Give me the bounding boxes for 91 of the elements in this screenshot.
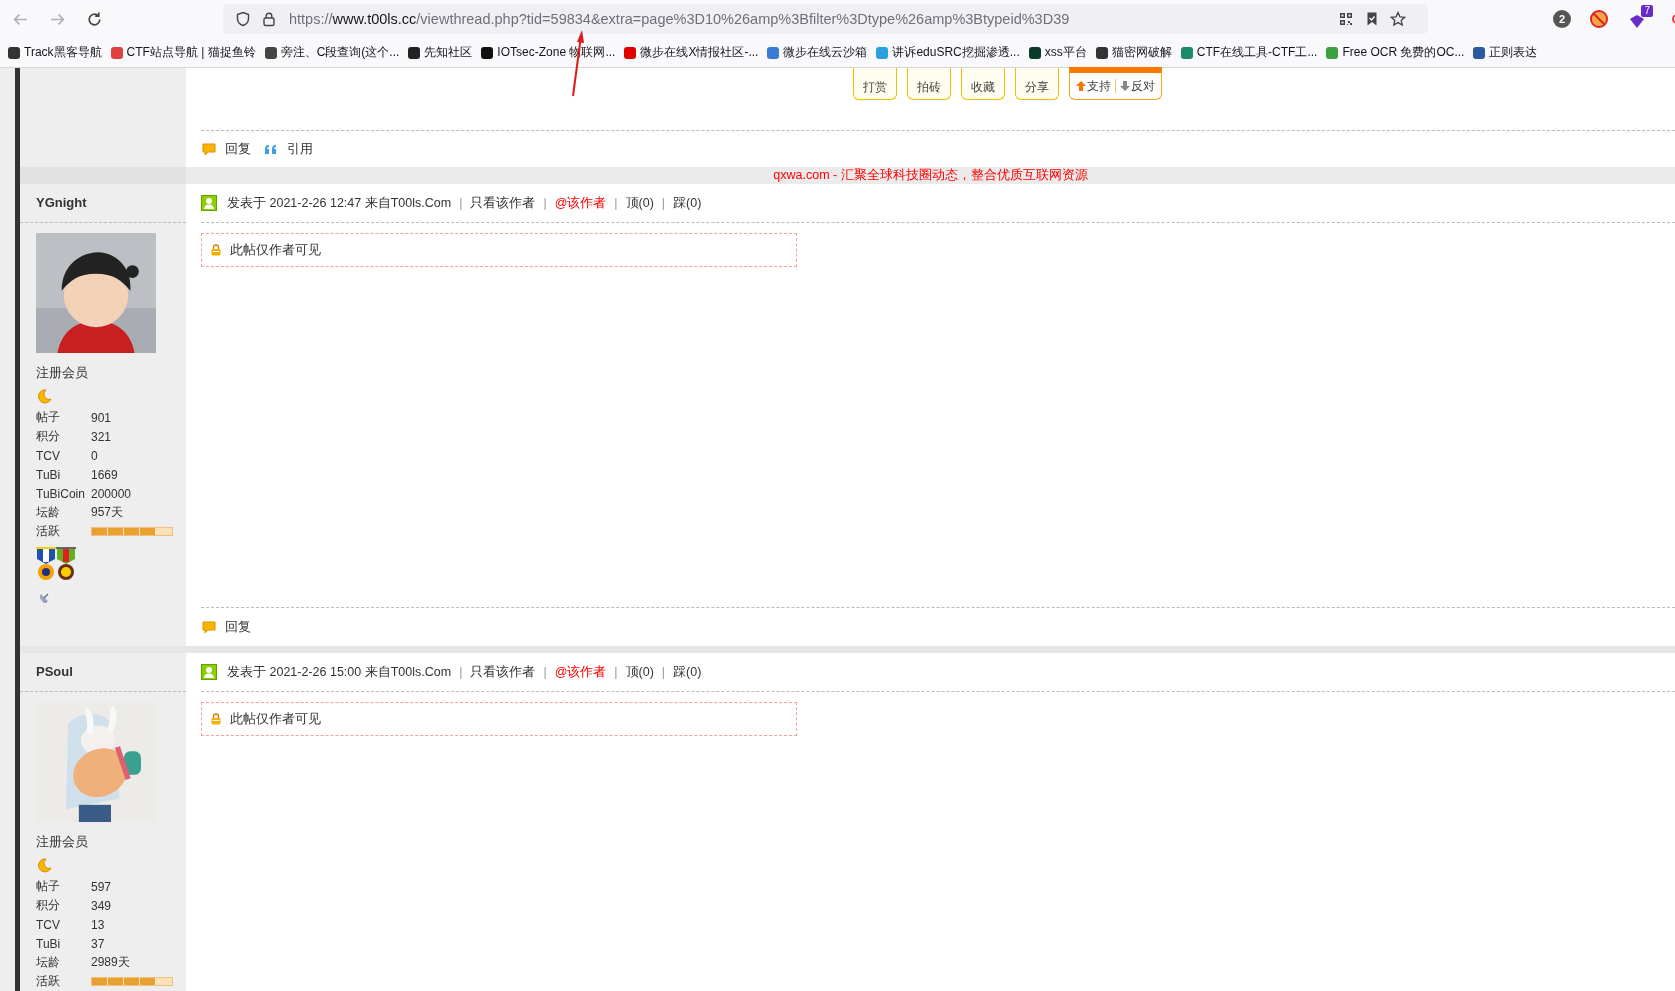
shield-icon[interactable] (235, 11, 251, 27)
post-link[interactable]: 顶(0) (625, 194, 654, 212)
bookmark[interactable]: CTF在线工具-CTF工... (1180, 44, 1318, 61)
stat-label: 帖子 (36, 409, 61, 426)
stat-label: 坛龄 (36, 954, 61, 971)
stat-label: 帖子 (36, 878, 61, 895)
bookmark[interactable]: 猫密网破解 (1095, 44, 1172, 61)
stat-label: TuBiCoin (36, 486, 86, 501)
separator: | (543, 196, 547, 210)
post-link[interactable]: 踩(0) (673, 663, 702, 681)
member-rank: 注册会员 (36, 365, 89, 382)
separator: | (661, 196, 666, 210)
bookmark[interactable]: 先知社区 (408, 44, 473, 61)
stat-label: 积分 (36, 428, 61, 445)
moon-icon (36, 388, 52, 404)
action-button[interactable]: 拍砖 (907, 68, 951, 100)
notice-text: 此帖仅作者可见 (230, 710, 321, 728)
stat-value: 2989天 (91, 954, 130, 971)
down-arrow-icon (1120, 81, 1130, 91)
speech-bubble-icon (201, 141, 217, 157)
stat-label: TuBi (36, 467, 62, 482)
sun-medal-icon (36, 547, 56, 581)
stat-value: 13 (91, 917, 105, 932)
blocked-icon[interactable] (1589, 9, 1609, 29)
stat-label: TuBi (36, 936, 62, 951)
author-name[interactable]: YGnight (20, 184, 186, 223)
satellite-dish-icon (39, 591, 51, 603)
stat-label: 活跃 (36, 973, 61, 990)
count-badge[interactable]: 2 (1553, 10, 1571, 28)
post-date: 发表于 2021-2-26 12:47 来自T00ls.Com (227, 194, 452, 212)
mention-link[interactable]: @该作者 (554, 663, 607, 681)
post-link[interactable]: 踩(0) (673, 194, 702, 212)
bookmark[interactable]: Free OCR 免费的OC... (1326, 44, 1465, 61)
star-icon[interactable] (1390, 11, 1406, 27)
lock-icon (210, 713, 222, 725)
separator: | (614, 196, 618, 210)
stat-value: 37 (91, 936, 105, 951)
separator: | (459, 665, 463, 679)
action-button[interactable]: 收藏 (961, 68, 1005, 100)
post-date: 发表于 2021-2-26 15:00 来自T00ls.Com (227, 663, 452, 681)
member-rank: 注册会员 (36, 834, 89, 851)
bookmark[interactable]: 讲诉eduSRC挖掘渗透... (876, 44, 1020, 61)
reply-link[interactable]: 回复 (201, 140, 251, 158)
stat-value: 200000 (91, 486, 132, 501)
mention-link[interactable]: @该作者 (554, 194, 607, 212)
reply-link[interactable]: 回复 (201, 618, 251, 636)
bookmark[interactable]: xss平台 (1028, 44, 1087, 61)
notice-text: 此帖仅作者可见 (230, 241, 321, 259)
stat-value: 349 (91, 898, 112, 913)
separator: | (543, 665, 547, 679)
lock-icon (210, 244, 222, 256)
stat-label: TCV (36, 448, 61, 463)
moon-icon (36, 857, 52, 873)
bookmark[interactable]: 微步在线X情报社区-... (624, 44, 759, 61)
bookmark[interactable]: Track黑客导航 (8, 44, 102, 61)
url-text: https://www.t00ls.cc/viewthread.php?tid=59834&extra=page%3D10%26amp%3Bfilter%3Dtype%26amp%3Btypeid%3D39 (289, 11, 1070, 27)
stat-value: 0 (91, 448, 98, 463)
support-button[interactable]: 支持 (1076, 77, 1111, 95)
stat-value: 1669 (91, 467, 118, 482)
stat-value: 597 (91, 879, 112, 894)
stat-label: 坛龄 (36, 504, 61, 521)
address-bar[interactable]: https://www.t00ls.cc/viewthread.php?tid=59834&extra=page%3D10%26amp%3Bfilter%3Dtype%26amp%3Btypeid%3D39 (223, 4, 1428, 34)
author-name[interactable]: PSoul (20, 653, 186, 692)
bookmark[interactable]: CTF站点导航 | 猫捉鱼铃 (110, 44, 256, 61)
user-icon (201, 195, 217, 211)
action-button[interactable]: 打赏 (853, 68, 897, 100)
up-arrow-icon (1076, 81, 1086, 91)
bookmark[interactable]: 微步在线云沙箱 (767, 44, 868, 61)
qr-code-icon[interactable] (1338, 11, 1354, 27)
stat-value: 957天 (91, 504, 124, 521)
post-link[interactable]: 顶(0) (625, 663, 654, 681)
reload-icon[interactable] (86, 10, 103, 28)
stat-label: TCV (36, 917, 61, 932)
user-icon (201, 664, 217, 680)
bookmark-icon[interactable] (1364, 11, 1380, 27)
stat-value: 901 (91, 410, 112, 425)
stat-value: 321 (91, 429, 112, 444)
separator: | (661, 665, 666, 679)
speech-bubble-icon (201, 619, 217, 635)
stat-label: 积分 (36, 897, 61, 914)
bookmark[interactable]: 正则表达 (1473, 44, 1538, 61)
separator: | (459, 196, 463, 210)
oppose-button[interactable]: 反对 (1120, 77, 1155, 95)
lock-icon[interactable] (261, 11, 277, 27)
post-link[interactable]: 只看该作者 (470, 663, 536, 681)
bookmark[interactable]: 旁注、C段查询(这个... (264, 44, 400, 61)
quote-link[interactable]: 引用 (263, 140, 313, 158)
post-link[interactable]: 只看该作者 (470, 194, 536, 212)
action-button[interactable]: 分享 (1015, 68, 1059, 100)
separator: | (614, 665, 618, 679)
stat-label: 活跃 (36, 523, 61, 540)
